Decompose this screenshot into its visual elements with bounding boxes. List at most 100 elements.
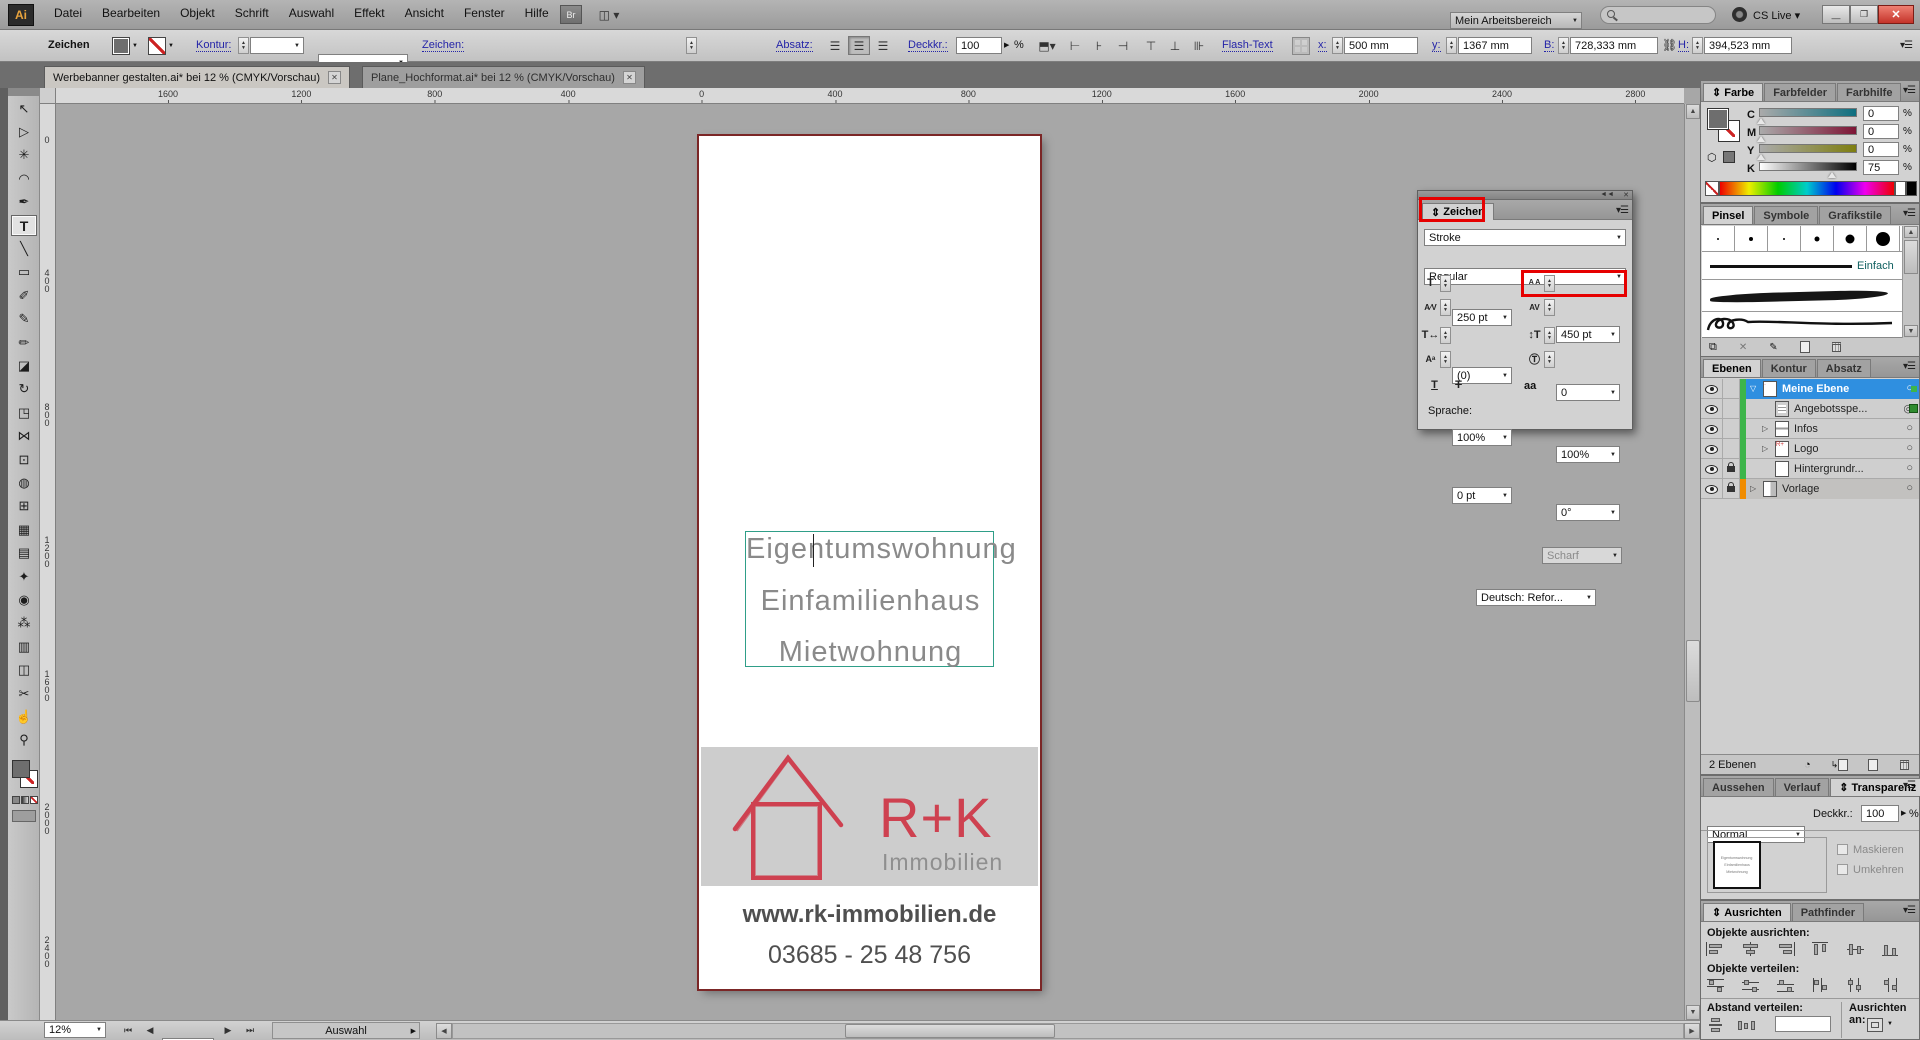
char-tracking-select[interactable]: 0 (1556, 384, 1620, 401)
calligraphic-brush-6[interactable] (1867, 226, 1900, 252)
char-hscale-select[interactable]: 100% (1452, 429, 1512, 446)
char-kerning-stepper[interactable]: ▲▼ (1440, 299, 1451, 316)
height-input[interactable]: 394,523 mm (1704, 37, 1792, 54)
menu-item-ansicht[interactable]: Ansicht (395, 2, 454, 24)
distribute-vertical-center-icon[interactable] (1740, 977, 1762, 993)
tab-zeichen[interactable]: ⇕ Zeichen (1422, 203, 1494, 220)
char-vscale-stepper[interactable]: ▲▼ (1544, 327, 1555, 344)
artboard-tool[interactable]: ◫ (11, 660, 37, 681)
brush-scrollbar[interactable]: ▲ ▼ (1902, 226, 1919, 338)
brush-options-icon[interactable]: ✎ (1769, 342, 1777, 353)
tab-werbebanner[interactable]: Werbebanner gestalten.ai* bei 12 % (CMYK… (44, 66, 350, 88)
ruler-corner[interactable] (40, 88, 56, 104)
make-clipping-mask-icon[interactable]: ◔ (1804, 759, 1811, 771)
distribute-bottom-icon[interactable] (1775, 977, 1797, 993)
char-leading-stepper[interactable]: ▲▼ (1544, 275, 1555, 292)
tools-panel-header[interactable] (8, 88, 39, 96)
menu-item-objekt[interactable]: Objekt (170, 2, 225, 24)
width-label[interactable]: B: (1544, 39, 1554, 52)
workspace-switcher[interactable]: Mein Arbeitsbereich (1450, 12, 1582, 29)
gradient-tool[interactable]: ▤ (11, 543, 37, 564)
channel-value-M[interactable]: 0 (1863, 124, 1899, 139)
strikethrough-icon[interactable]: T (1450, 377, 1467, 393)
last-color-swatch[interactable] (1723, 151, 1735, 163)
dock-collapse-strip[interactable] (0, 88, 8, 1020)
channel-slider-Y[interactable] (1759, 144, 1857, 153)
tab-close-icon[interactable]: ✕ (328, 71, 341, 84)
restore-button[interactable]: ❐ (1850, 5, 1878, 24)
transparency-opacity-arrow-icon[interactable]: ▶ (1901, 809, 1906, 817)
height-stepper[interactable]: ▲▼ (1692, 37, 1703, 54)
layer-expand-icon[interactable]: ▷ (1762, 444, 1768, 453)
tab-close-icon[interactable]: ✕ (623, 71, 636, 84)
width-tool[interactable]: ⋈ (11, 426, 37, 447)
horizontal-scrollbar[interactable] (452, 1023, 1684, 1039)
channel-value-Y[interactable]: 0 (1863, 142, 1899, 157)
layer-visibility-cell[interactable] (1701, 379, 1723, 399)
visibility-eye-icon[interactable] (1705, 485, 1718, 494)
channel-slider-M[interactable] (1759, 126, 1857, 135)
layer-target-icon[interactable]: ○ (1906, 442, 1913, 454)
menu-item-fenster[interactable]: Fenster (454, 2, 515, 24)
char-rotation-select[interactable]: 0° (1556, 504, 1620, 521)
channel-slider-thumb-C[interactable] (1757, 118, 1765, 124)
spacing-value-input[interactable] (1775, 1016, 1831, 1032)
layer-row-meine-ebene[interactable]: ▽·Meine Ebene○ (1701, 379, 1919, 399)
channel-slider-thumb-M[interactable] (1757, 136, 1765, 142)
eraser-tool[interactable]: ◪ (11, 355, 37, 376)
tab-pathfinder[interactable]: Pathfinder (1792, 903, 1864, 921)
y-label[interactable]: y: (1432, 39, 1441, 52)
ornament-brush-row[interactable] (1702, 312, 1902, 338)
layer-row-content[interactable]: Hintergrundr...○ (1746, 459, 1919, 479)
eyedropper-tool[interactable]: ✦ (11, 566, 37, 587)
calligraphic-brush-3[interactable] (1768, 226, 1801, 252)
layer-row-content[interactable]: ▷R+Logo○ (1746, 439, 1919, 459)
char-baseline-select[interactable]: 0 pt (1452, 487, 1512, 504)
layer-row-content[interactable]: ▷Vorlage○ (1746, 479, 1919, 499)
height-label[interactable]: H: (1678, 39, 1689, 52)
layer-visibility-cell[interactable] (1701, 419, 1723, 439)
maskieren-checkbox[interactable] (1837, 844, 1848, 855)
artboard[interactable]: Eigentumswohnung Einfamilienhaus Mietwoh… (699, 136, 1040, 989)
shape-builder-tool[interactable]: ◍ (11, 472, 37, 493)
scale-tool[interactable]: ◳ (11, 402, 37, 423)
first-artboard-icon[interactable]: ⏮ (118, 1021, 138, 1040)
vertical-scrollbar[interactable]: ▲ ▼ (1684, 104, 1700, 1020)
opacity-label[interactable]: Deckkr.: (908, 39, 948, 52)
align-bottom-icon[interactable] (1880, 941, 1902, 957)
new-layer-icon[interactable] (1868, 759, 1878, 771)
align-objects-top-icon[interactable]: ⊤ (1140, 36, 1162, 55)
channel-slider-thumb-K[interactable] (1828, 172, 1836, 178)
tab-grafikstile[interactable]: Grafikstile (1819, 206, 1891, 224)
char-hscale-stepper[interactable]: ▲▼ (1440, 327, 1451, 344)
rotate-tool[interactable]: ↻ (11, 379, 37, 400)
font-size-stepper[interactable]: ▲▼ (686, 37, 697, 54)
layer-lock-cell[interactable] (1723, 459, 1740, 479)
align-left-text-button[interactable]: ☰ (824, 36, 846, 55)
free-transform-tool[interactable]: ⊡ (11, 449, 37, 470)
layer-row-angebotsspe-[interactable]: Angebotsspe...◎ (1701, 399, 1919, 419)
scroll-right-icon[interactable]: ▶ (1684, 1023, 1700, 1039)
pen-tool[interactable]: ✒ (11, 192, 37, 213)
bridge-button[interactable]: Br (560, 5, 582, 24)
menu-item-effekt[interactable]: Effekt (344, 2, 394, 24)
stroke-color-arrow-icon[interactable]: ▼ (168, 43, 174, 49)
channel-slider-C[interactable] (1759, 108, 1857, 117)
symbol-sprayer-tool[interactable]: ⁂ (11, 613, 37, 634)
distribute-top-icon[interactable] (1705, 977, 1727, 993)
tab-kontur[interactable]: Kontur (1762, 359, 1816, 377)
constrain-proportions-icon[interactable]: ⛓ (1662, 38, 1677, 52)
space-vertical-icon[interactable] (1705, 1017, 1727, 1033)
layer-target-icon[interactable]: ○ (1906, 422, 1913, 434)
scroll-left-icon[interactable]: ◀ (436, 1023, 452, 1039)
delete-layer-icon[interactable] (1900, 760, 1909, 770)
fill-color-swatch[interactable] (112, 37, 130, 55)
layer-row-vorlage[interactable]: ▷Vorlage○ (1701, 479, 1919, 499)
align-to-arrow-icon[interactable]: ▼ (1887, 1021, 1893, 1027)
flash-text-link[interactable]: Flash-Text (1222, 39, 1273, 52)
brushes-panel-menu-icon[interactable]: ▾☰ (1903, 208, 1915, 219)
channel-value-K[interactable]: 75 (1863, 160, 1899, 175)
last-artboard-icon[interactable]: ⏭ (240, 1021, 260, 1040)
space-horizontal-icon[interactable] (1737, 1017, 1759, 1033)
arrange-documents-button[interactable]: ◫ ▾ (592, 5, 626, 24)
